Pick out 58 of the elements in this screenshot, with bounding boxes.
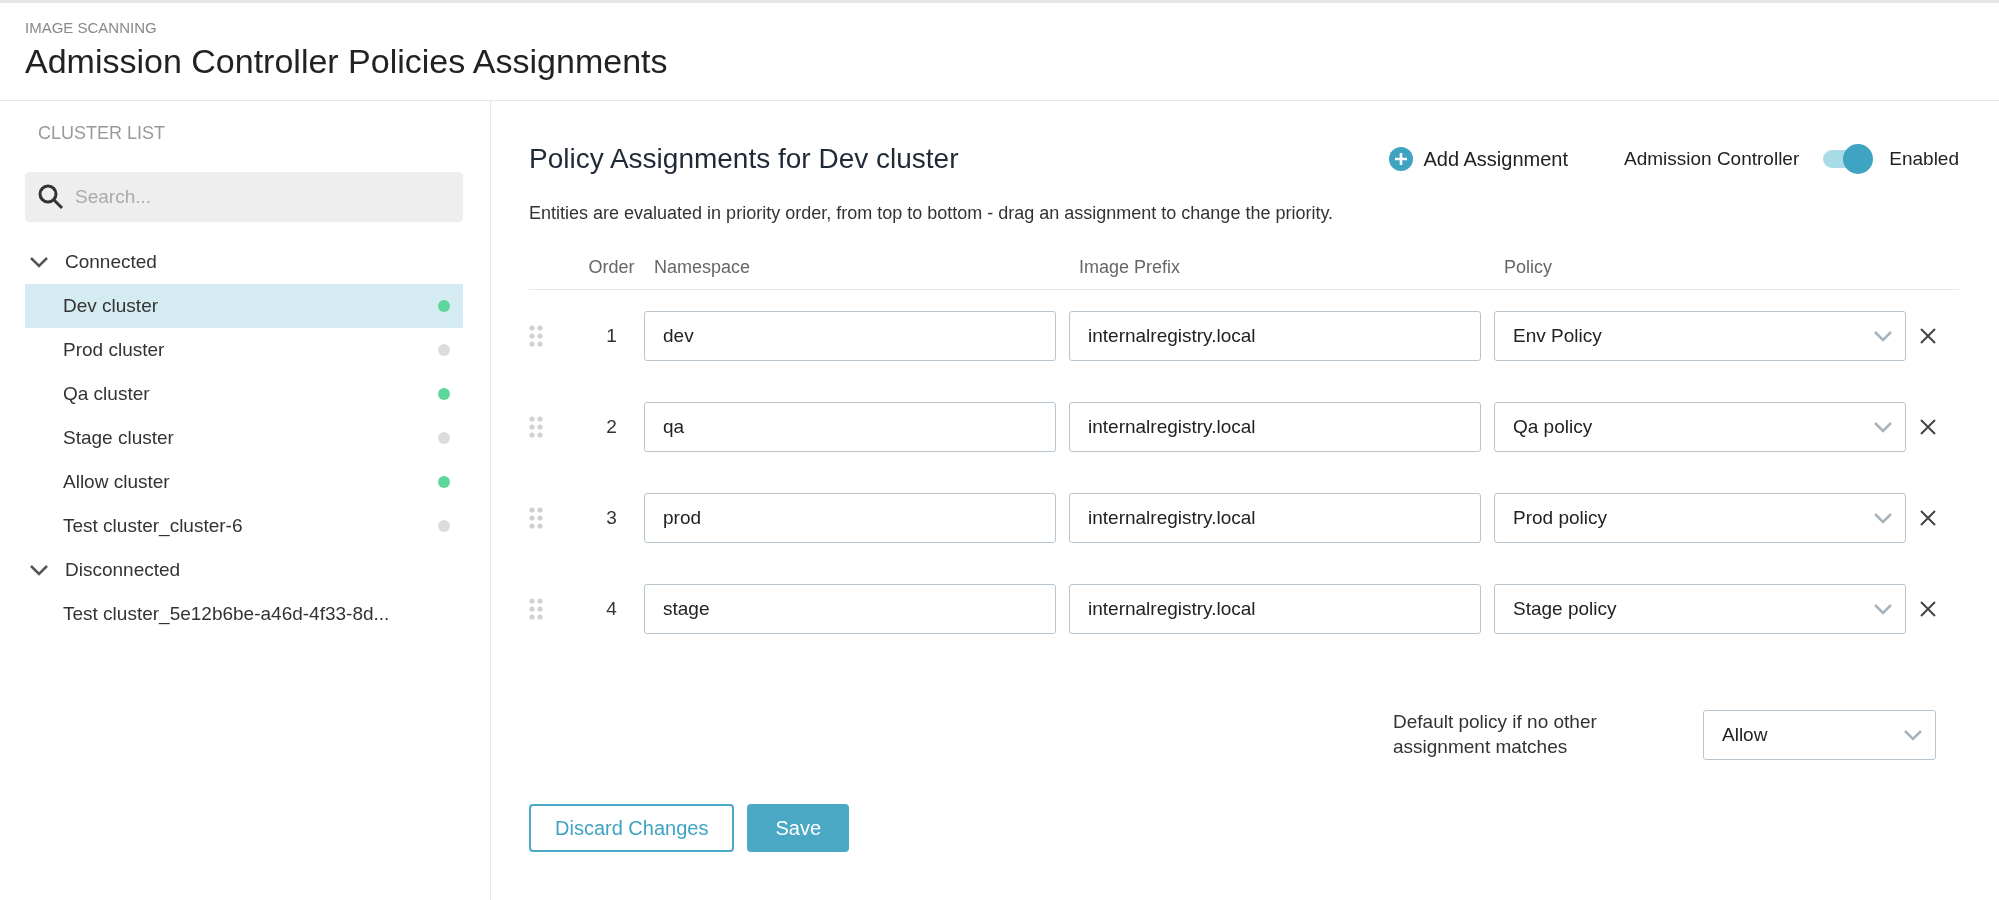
sidebar-heading: CLUSTER LIST xyxy=(37,123,167,144)
cluster-item[interactable]: Prod cluster xyxy=(25,328,463,372)
cluster-item[interactable]: Dev cluster xyxy=(25,284,463,328)
column-header: Namespace xyxy=(653,257,752,278)
toggle-state: Enabled xyxy=(1889,148,1959,170)
group-label: Disconnected xyxy=(65,559,181,581)
namespace-input[interactable]: prod xyxy=(644,492,1056,543)
chevron-down-icon xyxy=(1873,329,1893,342)
namespace-input[interactable]: stage xyxy=(644,583,1056,634)
close-icon[interactable] xyxy=(1919,599,1937,618)
order-number: 1 xyxy=(605,324,618,347)
order-number: 3 xyxy=(605,506,618,529)
description: Entities are evaluated in priority order, from top to bottom - drag an assignment to change the priority. xyxy=(529,203,1335,224)
cluster-item[interactable]: Stage cluster xyxy=(25,416,463,460)
order-number: 4 xyxy=(605,597,618,620)
section-title: Policy Assignments for Dev cluster xyxy=(529,143,960,175)
chevron-icon[interactable] xyxy=(29,564,49,576)
image-prefix-input[interactable]: internalregistry.local xyxy=(1069,401,1481,452)
drag-handle-icon[interactable] xyxy=(529,324,543,347)
cluster-item[interactable]: Test cluster_5e12b6be-a46d-4f33-8d... xyxy=(25,592,463,636)
add-assignment-button[interactable]: Add Assignment xyxy=(1389,147,1568,171)
image-prefix-input[interactable]: internalregistry.local xyxy=(1069,310,1481,361)
drag-handle-icon[interactable] xyxy=(529,506,543,529)
default-policy-label: Default policy if no other assignment matches xyxy=(1393,710,1598,759)
cluster-item[interactable]: Test cluster_cluster-6 xyxy=(25,504,463,548)
chevron-down-icon xyxy=(1873,420,1893,433)
namespace-input[interactable]: qa xyxy=(644,401,1056,452)
close-icon[interactable] xyxy=(1919,326,1937,345)
drag-handle-icon[interactable] xyxy=(529,415,543,438)
close-icon[interactable] xyxy=(1919,417,1937,436)
policy-select[interactable]: Qa policy xyxy=(1494,401,1906,452)
order-number: 2 xyxy=(605,415,618,438)
cluster-item[interactable]: Allow cluster xyxy=(25,460,463,504)
column-header: Policy xyxy=(1503,257,1553,278)
page-title: Admission Controller Policies Assignments xyxy=(25,42,669,81)
toggle-label: Admission Controller xyxy=(1623,148,1800,170)
chevron-down-icon xyxy=(1873,602,1893,615)
plus-circle-icon xyxy=(1389,147,1414,171)
policy-select[interactable]: Env Policy xyxy=(1494,310,1906,361)
image-prefix-input[interactable]: internalregistry.local xyxy=(1069,583,1481,634)
cluster-item[interactable]: Qa cluster xyxy=(25,372,463,416)
chevron-icon[interactable] xyxy=(29,256,49,268)
column-header: Order xyxy=(587,257,636,278)
column-header: Image Prefix xyxy=(1078,257,1182,278)
policy-select[interactable]: Stage policy xyxy=(1494,583,1906,634)
chevron-down-icon xyxy=(1903,729,1923,741)
section-label: IMAGE SCANNING xyxy=(25,19,158,36)
close-icon[interactable] xyxy=(1919,508,1937,527)
policy-select[interactable]: Prod policy xyxy=(1494,492,1906,543)
toggle-switch[interactable] xyxy=(1821,144,1874,174)
group-label: Connected xyxy=(65,251,157,273)
default-policy-select[interactable]: Allow xyxy=(1703,710,1936,760)
image-prefix-input[interactable]: internalregistry.local xyxy=(1069,492,1481,543)
search-icon xyxy=(37,183,65,211)
search-field[interactable]: Search... xyxy=(25,172,463,222)
drag-handle-icon[interactable] xyxy=(529,597,543,620)
chevron-down-icon xyxy=(1873,511,1893,524)
namespace-input[interactable]: dev xyxy=(644,310,1056,361)
